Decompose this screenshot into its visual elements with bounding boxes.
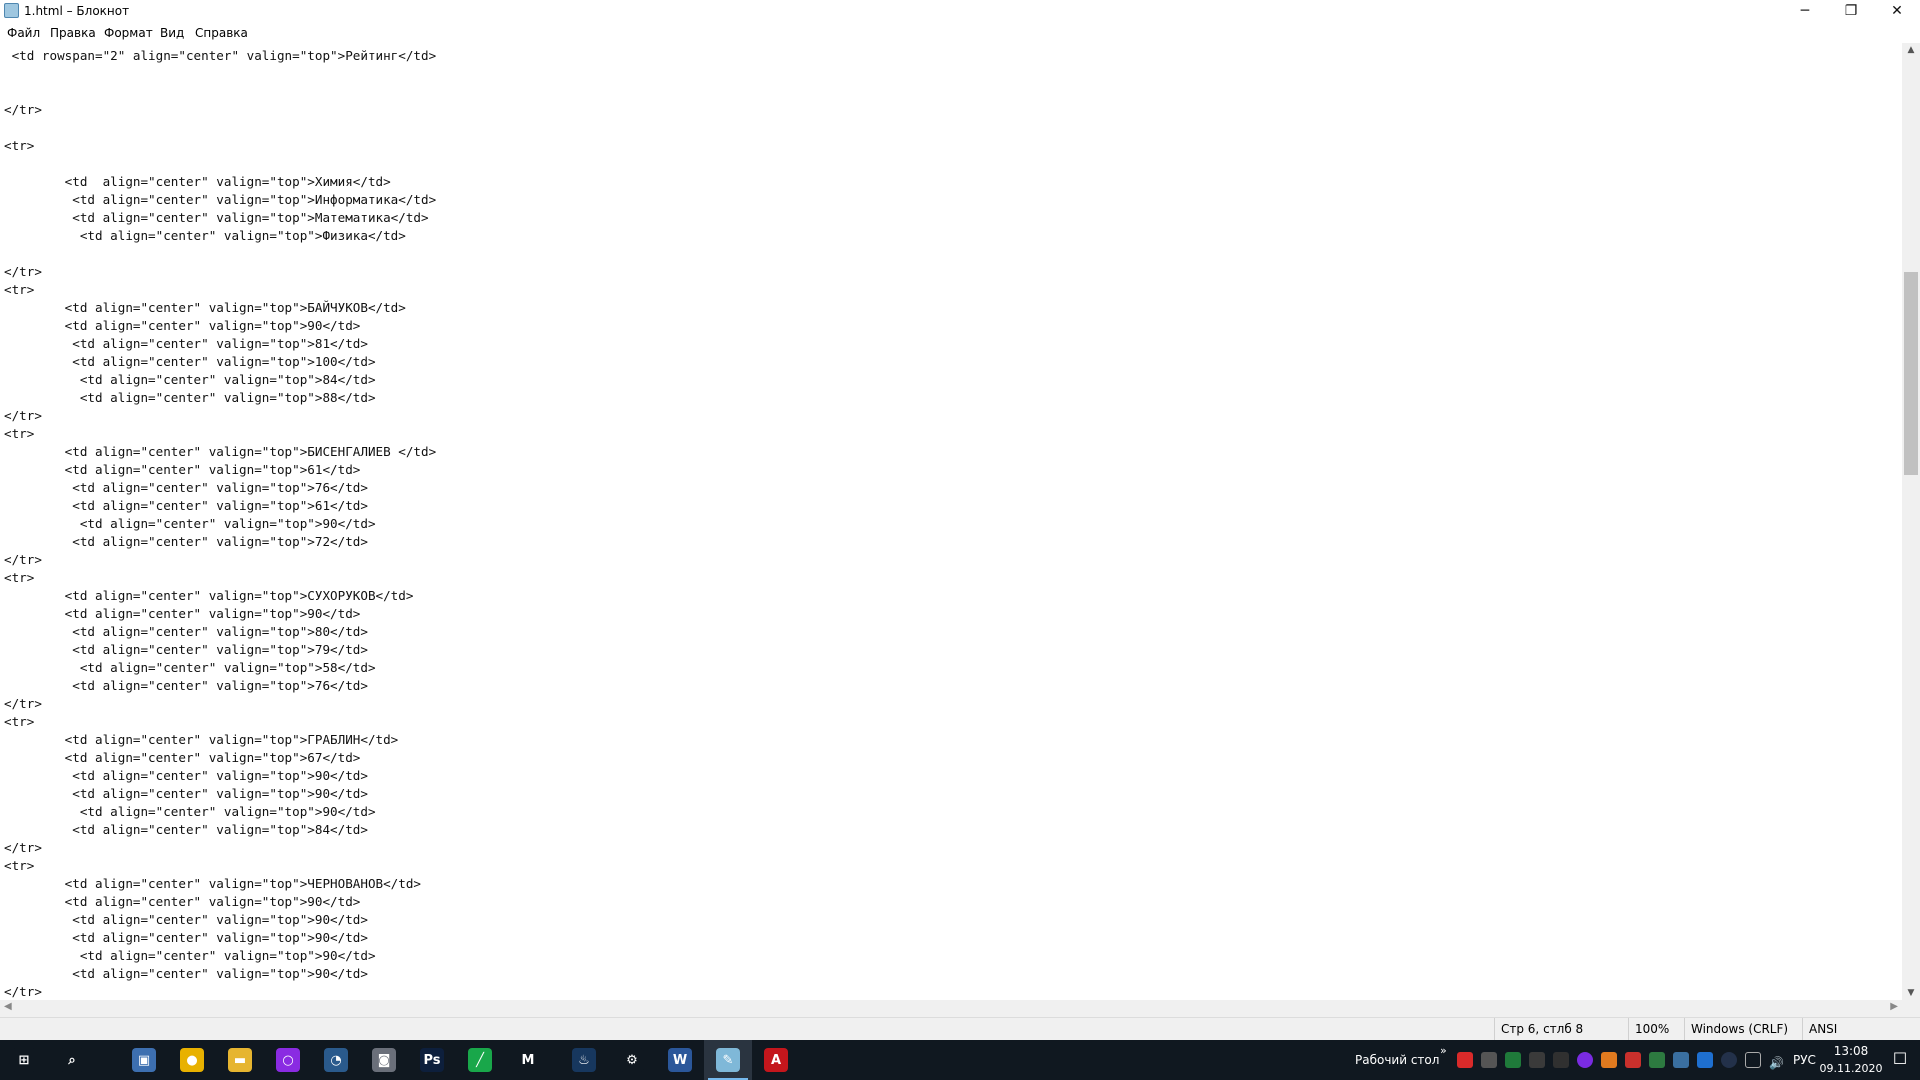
menu-help[interactable]: Справка <box>195 26 248 40</box>
taskbar-notes-icon[interactable]: ╱ <box>456 1040 504 1080</box>
status-bar: Стр 6, стлб 8 100% Windows (CRLF) ANSI <box>0 1017 1920 1040</box>
teamspeak-icon: ◔ <box>324 1048 348 1072</box>
metro-icon: M <box>516 1048 540 1072</box>
tray-blue-icon[interactable] <box>1697 1052 1713 1068</box>
window-title: 1.html – Блокнот <box>24 4 130 18</box>
encoding: ANSI <box>1802 1018 1920 1040</box>
menu-view[interactable]: Вид <box>160 26 184 40</box>
line-endings: Windows (CRLF) <box>1684 1018 1802 1040</box>
vertical-scrollbar[interactable]: ▲ ▼ <box>1902 43 1920 1000</box>
discord-icon: ◙ <box>372 1048 396 1072</box>
taskbar: ⊞ ⌕ ▣ ● ▬ ○ ◔ ◙ Ps ╱ M ♨ ⚙ W ✎ A Рабочий стол » 🔊 РУС 1… <box>0 1040 1920 1080</box>
taskbar-notepad-icon[interactable]: ✎ <box>704 1040 752 1080</box>
chrome-icon: ● <box>180 1048 204 1072</box>
ai-app-icon: A <box>764 1048 788 1072</box>
tray-display-icon[interactable] <box>1745 1052 1761 1068</box>
tray-app-icon[interactable] <box>1457 1052 1473 1068</box>
explorer-icon: ▬ <box>228 1048 252 1072</box>
taskbar-ai-app-icon[interactable]: A <box>752 1040 800 1080</box>
start-icon: ⊞ <box>12 1048 36 1072</box>
tray-ai-icon[interactable] <box>1553 1052 1569 1068</box>
tray-shield-icon[interactable] <box>1625 1052 1641 1068</box>
taskbar-teamspeak-icon[interactable]: ◔ <box>312 1040 360 1080</box>
close-button[interactable]: ✕ <box>1874 0 1920 24</box>
taskbar-computer-icon[interactable]: ▣ <box>120 1040 168 1080</box>
notepad-app-icon <box>4 3 19 18</box>
cortana-icon: ○ <box>276 1048 300 1072</box>
text-editor[interactable]: <td rowspan="2" align="center" valign="t… <box>0 43 1902 1000</box>
computer-icon: ▣ <box>132 1048 156 1072</box>
taskbar-metro-icon[interactable]: M <box>504 1040 552 1080</box>
tray-cortana-icon[interactable] <box>1577 1052 1593 1068</box>
tray-nvidia-icon[interactable] <box>1505 1052 1521 1068</box>
tray-orange-icon[interactable] <box>1601 1052 1617 1068</box>
clock-time[interactable]: 13:08 <box>1822 1044 1880 1058</box>
notes-icon: ╱ <box>468 1048 492 1072</box>
scroll-right-icon[interactable]: ▶ <box>1890 1001 1898 1012</box>
menu-edit[interactable]: Правка <box>50 26 96 40</box>
editor-content[interactable]: <td rowspan="2" align="center" valign="t… <box>0 43 1902 1000</box>
scrollbar-corner <box>1902 1000 1920 1017</box>
desktop-toolbar-label[interactable]: Рабочий стол <box>1355 1053 1439 1067</box>
word-icon: W <box>668 1048 692 1072</box>
notification-icon[interactable]: ☐ <box>1880 1049 1920 1068</box>
menu-bar: Файл Правка Формат Вид Справка <box>0 24 1920 43</box>
vertical-scroll-thumb[interactable] <box>1904 272 1918 476</box>
menu-file[interactable]: Файл <box>7 26 40 40</box>
toolbar-chevron-icon[interactable]: » <box>1440 1044 1447 1057</box>
scroll-left-icon[interactable]: ◀ <box>4 1001 12 1012</box>
taskbar-search-icon[interactable]: ⌕ <box>48 1040 96 1080</box>
tray-usb-icon[interactable] <box>1481 1052 1497 1068</box>
minimize-button[interactable]: ─ <box>1782 0 1828 24</box>
scroll-down-icon[interactable]: ▼ <box>1902 988 1920 998</box>
title-bar: 1.html – Блокнот ─ ❐ ✕ <box>0 0 1920 24</box>
tray-microphone-icon[interactable] <box>1529 1052 1545 1068</box>
taskbar-steam-icon[interactable]: ♨ <box>560 1040 608 1080</box>
photoshop-icon: Ps <box>420 1048 444 1072</box>
taskbar-discord-icon[interactable]: ◙ <box>360 1040 408 1080</box>
steam-icon: ♨ <box>572 1048 596 1072</box>
menu-format[interactable]: Формат <box>104 26 153 40</box>
zoom-level: 100% <box>1628 1018 1684 1040</box>
taskbar-explorer-icon[interactable]: ▬ <box>216 1040 264 1080</box>
taskbar-settings-icon[interactable]: ⚙ <box>608 1040 656 1080</box>
taskbar-cortana-icon[interactable]: ○ <box>264 1040 312 1080</box>
tray-volume-icon[interactable]: 🔊 <box>1769 1052 1785 1070</box>
maximize-button[interactable]: ❐ <box>1828 0 1874 24</box>
horizontal-scrollbar[interactable]: ◀ ▶ <box>0 1000 1902 1017</box>
scroll-up-icon[interactable]: ▲ <box>1902 45 1920 55</box>
tray-steam-icon[interactable] <box>1673 1052 1689 1068</box>
taskbar-start-icon[interactable]: ⊞ <box>0 1040 48 1080</box>
taskbar-photoshop-icon[interactable]: Ps <box>408 1040 456 1080</box>
taskbar-chrome-icon[interactable]: ● <box>168 1040 216 1080</box>
cursor-position: Стр 6, стлб 8 <box>1494 1018 1628 1040</box>
tray-network-icon[interactable] <box>1721 1052 1737 1068</box>
search-icon: ⌕ <box>60 1048 84 1072</box>
tray-green-icon[interactable] <box>1649 1052 1665 1068</box>
clock-date[interactable]: 09.11.2020 <box>1818 1062 1884 1075</box>
language-indicator[interactable]: РУС <box>1793 1053 1816 1067</box>
taskbar-word-icon[interactable]: W <box>656 1040 704 1080</box>
settings-icon: ⚙ <box>620 1048 644 1072</box>
notepad-icon: ✎ <box>716 1048 740 1072</box>
